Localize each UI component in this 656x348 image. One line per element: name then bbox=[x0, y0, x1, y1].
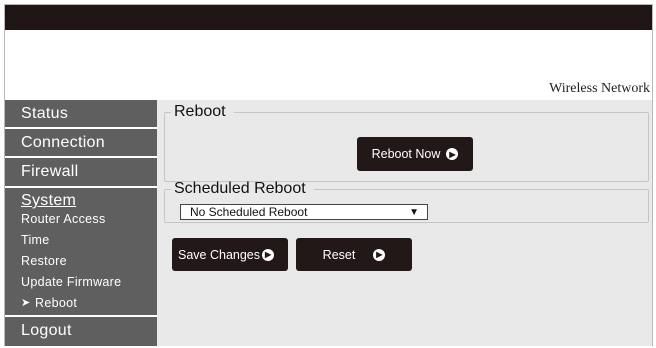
caret-down-icon: ▼ bbox=[409, 207, 419, 218]
sidebar-item-logout[interactable]: Logout bbox=[5, 317, 157, 346]
brand-title: Wireless Network bbox=[549, 81, 650, 96]
submenu-item-reboot[interactable]: ➤ Reboot bbox=[5, 293, 157, 314]
sidebar-item-connection[interactable]: Connection bbox=[5, 129, 157, 158]
reboot-now-label: Reboot Now bbox=[371, 147, 441, 161]
circle-arrow-right-icon: ▶ bbox=[373, 248, 386, 261]
reset-button[interactable]: Reset ▶ bbox=[296, 238, 412, 271]
sidebar-item-status[interactable]: Status bbox=[5, 100, 157, 129]
scheduled-reboot-select[interactable]: No Scheduled Reboot ▼ bbox=[180, 204, 428, 220]
sidebar-item-system: System Router Access Time Restore Update… bbox=[5, 188, 157, 317]
top-bar bbox=[5, 5, 652, 30]
scheduled-reboot-value: No Scheduled Reboot bbox=[190, 205, 308, 219]
submenu-item-label: Restore bbox=[21, 254, 67, 268]
submenu-item-label: Update Firmware bbox=[21, 275, 122, 289]
sidebar-item-label: Logout bbox=[21, 322, 72, 339]
main-content: Reboot Reboot Now ▶ Scheduled Reboot No … bbox=[157, 100, 652, 346]
sidebar: Status Connection Firewall System Router… bbox=[5, 100, 157, 346]
submenu-item-update-firmware[interactable]: Update Firmware bbox=[5, 272, 157, 293]
reboot-legend: Reboot bbox=[174, 103, 226, 120]
circle-arrow-right-icon: ▶ bbox=[262, 248, 275, 261]
sidebar-item-firewall[interactable]: Firewall bbox=[5, 158, 157, 188]
submenu-item-label: Router Access bbox=[21, 212, 106, 226]
submenu-item-router-access[interactable]: Router Access bbox=[5, 209, 157, 230]
submenu-item-time[interactable]: Time bbox=[5, 230, 157, 251]
router-admin-window: Wireless Network Status Connection Firew… bbox=[4, 4, 653, 346]
sidebar-item-label: Firewall bbox=[21, 163, 79, 180]
reset-label: Reset bbox=[322, 247, 356, 262]
sidebar-item-label: Status bbox=[21, 105, 69, 122]
save-changes-button[interactable]: Save Changes ▶ bbox=[172, 238, 288, 271]
submenu-item-restore[interactable]: Restore bbox=[5, 251, 157, 272]
circle-arrow-right-icon: ▶ bbox=[446, 148, 459, 160]
submenu-item-label: Time bbox=[21, 233, 50, 247]
save-changes-label: Save Changes bbox=[178, 247, 261, 262]
active-arrow-icon: ➤ bbox=[21, 297, 31, 309]
reboot-now-button[interactable]: Reboot Now ▶ bbox=[357, 137, 473, 171]
sidebar-item-label: Connection bbox=[21, 134, 105, 151]
scheduled-reboot-legend: Scheduled Reboot bbox=[174, 180, 306, 197]
system-submenu: Router Access Time Restore Update Firmwa… bbox=[5, 209, 157, 314]
